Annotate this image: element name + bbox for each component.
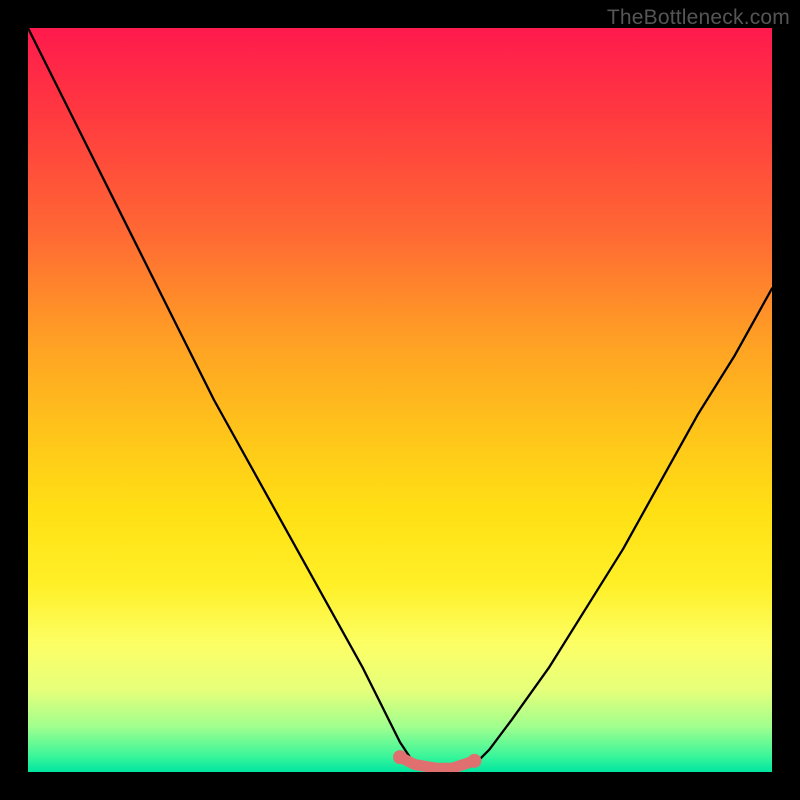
watermark-text: TheBottleneck.com bbox=[607, 6, 790, 30]
plot-area bbox=[28, 28, 772, 772]
bottleneck-curve bbox=[28, 28, 772, 772]
chart-frame: TheBottleneck.com bbox=[0, 0, 800, 800]
chart-svg bbox=[28, 28, 772, 772]
